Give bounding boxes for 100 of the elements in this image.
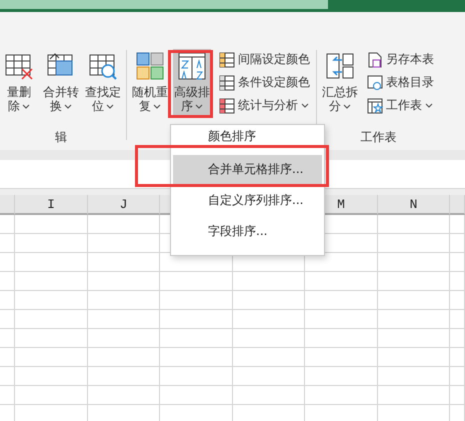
table-cell[interactable] xyxy=(378,386,450,405)
table-cell[interactable] xyxy=(450,272,465,291)
table-cell[interactable] xyxy=(88,272,160,291)
table-cell[interactable] xyxy=(0,291,15,310)
split-arrows-icon xyxy=(325,51,355,81)
table-cell[interactable] xyxy=(88,234,160,253)
table-cell[interactable] xyxy=(233,348,305,367)
table-cell[interactable] xyxy=(233,386,305,405)
table-cell[interactable] xyxy=(378,348,450,367)
table-cell[interactable] xyxy=(0,234,15,253)
table-cell[interactable] xyxy=(378,234,450,253)
table-cell[interactable] xyxy=(450,367,465,386)
table-cell[interactable] xyxy=(0,329,15,348)
table-cell[interactable] xyxy=(160,348,233,367)
ribbon-button[interactable]: 查找定 位 xyxy=(84,49,122,117)
table-cell[interactable] xyxy=(0,272,15,291)
table-stripe-icon xyxy=(219,52,235,68)
table-cell[interactable] xyxy=(305,272,378,291)
table-cell[interactable] xyxy=(88,215,160,234)
table-cell[interactable] xyxy=(233,367,305,386)
ribbon-button[interactable]: 合并转 换 xyxy=(42,49,80,117)
table-cell[interactable] xyxy=(0,253,15,272)
ribbon-button[interactable]: 另存本表 xyxy=(365,50,436,69)
table-cell[interactable] xyxy=(88,348,160,367)
table-cell[interactable] xyxy=(305,329,378,348)
table-cell[interactable] xyxy=(450,386,465,405)
table-cell[interactable] xyxy=(450,234,465,253)
table-cell[interactable] xyxy=(378,291,450,310)
table-cell[interactable] xyxy=(88,367,160,386)
menu-item[interactable]: 合并单元格排序... xyxy=(173,155,322,184)
table-cell[interactable] xyxy=(0,215,15,234)
table-cell[interactable] xyxy=(0,367,15,386)
table-cell[interactable] xyxy=(450,329,465,348)
table-cell[interactable] xyxy=(88,310,160,329)
table-cell[interactable] xyxy=(305,367,378,386)
menu-item[interactable]: 字段排序... xyxy=(173,217,322,246)
ribbon-button[interactable]: 间隔设定颜色 xyxy=(217,50,312,69)
table-cell[interactable] xyxy=(378,329,450,348)
column-header[interactable] xyxy=(450,195,465,215)
color-squares-icon xyxy=(135,51,165,81)
table-cell[interactable] xyxy=(450,348,465,367)
table-cell[interactable] xyxy=(378,253,450,272)
table-cell[interactable] xyxy=(160,329,233,348)
table-cell[interactable] xyxy=(233,329,305,348)
ribbon-button[interactable]: 高级排 序 xyxy=(173,49,211,117)
table-cell[interactable] xyxy=(88,386,160,405)
ribbon-button[interactable]: 量删 除 xyxy=(0,49,38,117)
table-link-icon xyxy=(367,74,383,90)
table-chart-icon xyxy=(219,98,235,114)
ribbon-button[interactable]: 汇总拆 分 xyxy=(321,49,359,117)
table-cell[interactable] xyxy=(450,253,465,272)
table-cell[interactable] xyxy=(305,348,378,367)
column-header[interactable]: I xyxy=(15,195,88,215)
table-cell[interactable] xyxy=(305,386,378,405)
table-cell[interactable] xyxy=(15,367,88,386)
table-cell[interactable] xyxy=(378,272,450,291)
table-cell[interactable] xyxy=(15,348,88,367)
table-cell[interactable] xyxy=(378,215,450,234)
table-cell[interactable] xyxy=(450,310,465,329)
table-condition-icon xyxy=(219,74,235,90)
group-label: 辑 xyxy=(54,129,68,146)
table-cell[interactable] xyxy=(305,291,378,310)
table-cell[interactable] xyxy=(0,348,15,367)
table-cell[interactable] xyxy=(378,310,450,329)
table-cell[interactable] xyxy=(15,291,88,310)
table-cell[interactable] xyxy=(160,386,233,405)
ribbon-button[interactable]: 表格目录 xyxy=(365,73,436,92)
sort-az-icon xyxy=(177,51,207,81)
table-cell[interactable] xyxy=(233,291,305,310)
column-header[interactable]: N xyxy=(378,195,450,215)
table-cell[interactable] xyxy=(233,272,305,291)
table-cell[interactable] xyxy=(88,329,160,348)
table-cell[interactable] xyxy=(450,291,465,310)
table-cell[interactable] xyxy=(15,234,88,253)
table-cell[interactable] xyxy=(160,310,233,329)
ribbon-button[interactable]: 随机重 复 xyxy=(131,49,169,117)
column-header[interactable]: J xyxy=(88,195,160,215)
table-cell[interactable] xyxy=(0,310,15,329)
table-cell[interactable] xyxy=(88,253,160,272)
table-cell[interactable] xyxy=(15,310,88,329)
table-cell[interactable] xyxy=(233,310,305,329)
table-cell[interactable] xyxy=(88,291,160,310)
table-cell[interactable] xyxy=(15,329,88,348)
table-cell[interactable] xyxy=(0,386,15,405)
column-header[interactable] xyxy=(0,195,15,215)
table-cell[interactable] xyxy=(15,386,88,405)
table-cell[interactable] xyxy=(378,367,450,386)
table-cell[interactable] xyxy=(450,215,465,234)
table-cell[interactable] xyxy=(305,310,378,329)
ribbon-button[interactable]: 条件设定颜色 xyxy=(217,73,312,92)
table-cell[interactable] xyxy=(15,215,88,234)
table-cell[interactable] xyxy=(160,291,233,310)
table-cell[interactable] xyxy=(160,272,233,291)
menu-item[interactable]: 颜色排序 xyxy=(173,125,322,147)
ribbon-button[interactable]: 工作表 xyxy=(365,96,436,115)
table-cell[interactable] xyxy=(160,367,233,386)
group-label: 工作表 xyxy=(360,129,398,146)
ribbon-button[interactable]: 统计与分析 xyxy=(217,96,312,115)
table-cell[interactable] xyxy=(15,253,88,272)
table-cell[interactable] xyxy=(15,272,88,291)
